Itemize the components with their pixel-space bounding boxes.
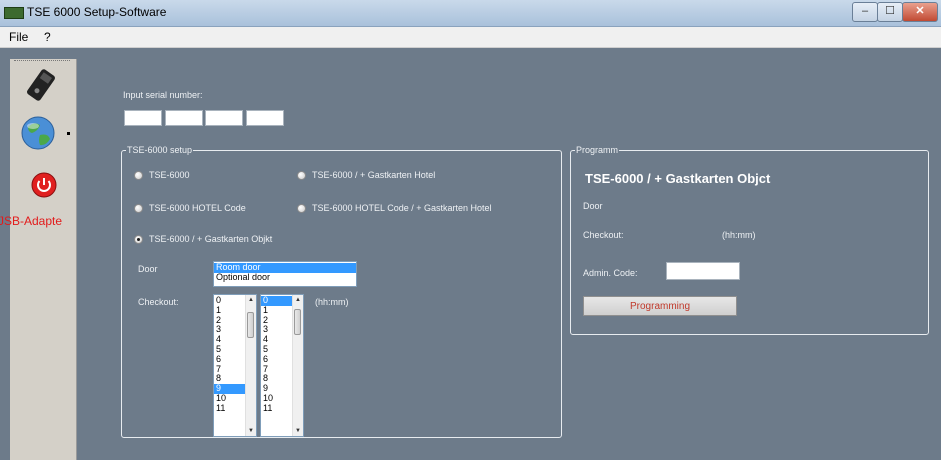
maximize-button[interactable]: ☐ [877, 2, 903, 22]
radio-gastkarten-hotel[interactable] [297, 171, 306, 180]
radio-gastkarten-objkt-label: TSE-6000 / + Gastkarten Objkt [149, 234, 273, 244]
checkout-hours-listbox[interactable]: 0 1 2 3 4 5 6 7 8 9 10 11 ▲ ▼ [213, 294, 257, 437]
door-label: Door [138, 264, 158, 274]
serial-input-2[interactable] [165, 110, 203, 126]
radio-hotel-code[interactable] [134, 204, 143, 213]
setup-group: TSE-6000 setup [121, 145, 562, 438]
checkout-unit: (hh:mm) [315, 297, 349, 307]
minimize-button[interactable]: – [852, 2, 878, 22]
close-button[interactable]: ✕ [902, 2, 938, 22]
admin-code-input[interactable] [666, 262, 740, 280]
scroll-up-icon[interactable]: ▲ [247, 296, 255, 304]
sidebar-divider [14, 60, 70, 61]
dropdown-arrow-icon[interactable] [66, 131, 72, 137]
checkout-label: Checkout: [138, 297, 179, 307]
globe-icon[interactable] [20, 115, 56, 151]
radio-hotel-code-gastkarten[interactable] [297, 204, 306, 213]
menu-file[interactable]: File [9, 30, 28, 44]
door-option-optional[interactable]: Optional door [214, 272, 356, 283]
programm-door-label: Door [583, 201, 603, 211]
scroll-up-icon[interactable]: ▲ [294, 296, 302, 304]
scroll-down-icon[interactable]: ▼ [294, 427, 302, 435]
app-icon [4, 7, 24, 19]
minutes-scrollbar[interactable]: ▲ ▼ [292, 295, 303, 436]
scroll-thumb[interactable] [247, 312, 254, 338]
radio-gastkarten-hotel-label: TSE-6000 / + Gastkarten Hotel [312, 170, 436, 180]
radio-hotel-code-label: TSE-6000 HOTEL Code [149, 203, 246, 213]
scroll-thumb[interactable] [294, 309, 301, 335]
door-listbox[interactable]: Room door Optional door [213, 261, 357, 287]
programm-group-title: Programm [575, 145, 620, 155]
serial-input-4[interactable] [246, 110, 284, 126]
admin-code-label: Admin. Code: [583, 268, 638, 278]
usb-adapter-label: JSB-Adapte [0, 214, 63, 228]
power-icon[interactable] [31, 172, 57, 198]
programm-checkout-unit: (hh:mm) [722, 230, 756, 240]
menu-help[interactable]: ? [44, 30, 51, 44]
radio-hotel-code-gastkarten-label: TSE-6000 HOTEL Code / + Gastkarten Hotel [312, 203, 492, 213]
radio-gastkarten-objkt[interactable] [134, 235, 143, 244]
sidebar: JSB-Adapte [0, 59, 77, 460]
setup-group-title: TSE-6000 setup [126, 145, 194, 155]
scroll-down-icon[interactable]: ▼ [247, 427, 255, 435]
radio-tse6000[interactable] [134, 171, 143, 180]
serial-input-3[interactable] [205, 110, 243, 126]
window-title: TSE 6000 Setup-Software [27, 5, 167, 19]
checkout-minutes-listbox[interactable]: 0 1 2 3 4 5 6 7 8 9 10 11 ▲ ▼ [260, 294, 304, 437]
card-reader-icon[interactable] [24, 68, 58, 102]
hours-scrollbar[interactable]: ▲ ▼ [245, 295, 256, 436]
title-bar: TSE 6000 Setup-Software – ☐ ✕ [0, 0, 941, 27]
programm-title: TSE-6000 / + Gastkarten Objct [585, 171, 771, 186]
serial-label: Input serial number: [123, 90, 203, 100]
programming-button[interactable]: Programming [583, 296, 737, 316]
programm-checkout-label: Checkout: [583, 230, 624, 240]
radio-tse6000-label: TSE-6000 [149, 170, 190, 180]
serial-input-1[interactable] [124, 110, 162, 126]
menu-bar: File ? [0, 27, 941, 48]
